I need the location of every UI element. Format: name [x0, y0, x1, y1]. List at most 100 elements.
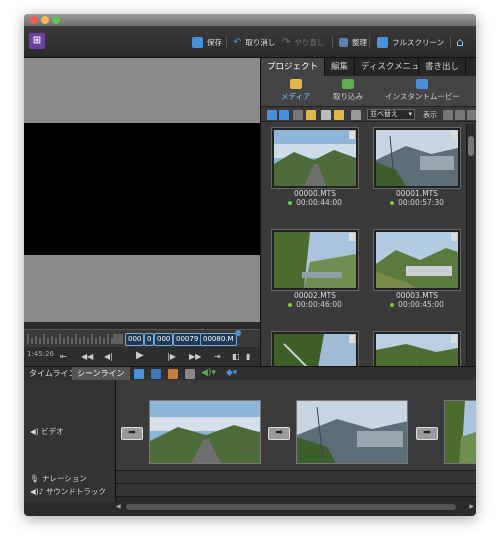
info-icon[interactable] [467, 110, 476, 120]
thumbnail-image [274, 334, 356, 366]
tab-export[interactable]: 書き出し [419, 58, 467, 76]
media-thumbnail[interactable] [271, 229, 359, 291]
close-window-button[interactable] [30, 16, 38, 24]
media-item[interactable] [271, 331, 359, 366]
media-thumbnail[interactable] [373, 229, 461, 291]
rewind-icon[interactable]: ◀◀ [81, 352, 93, 361]
clip-menu-icon[interactable] [349, 233, 355, 241]
mark-out-icon[interactable]: ⇥ [214, 352, 221, 361]
app-window: ⊞ 保存 ↶ 取り消し ↷ やり直し 整理 フルスクリーン ⌂ 000 0 00… [24, 14, 476, 516]
clip-menu-icon[interactable] [349, 335, 355, 343]
tab-sceneline[interactable]: シーンライン [72, 367, 130, 381]
zoom-window-button[interactable] [52, 16, 60, 24]
clip-menu-icon[interactable] [349, 131, 355, 139]
video-track-name: ビデオ [41, 427, 64, 436]
soundtrack-lane[interactable] [116, 484, 476, 497]
scrubber-clip[interactable]: 000 [154, 333, 174, 346]
transition-slot[interactable]: ➡ [268, 427, 290, 440]
transition-slot[interactable]: ➡ [121, 427, 143, 440]
media-item[interactable]: 00001.MTS 00:00:57:30 [373, 127, 461, 207]
subtab-instant-movie[interactable]: インスタントムービー [385, 79, 460, 102]
folder-filter-icon[interactable] [306, 110, 316, 120]
media-scrollbar-thumb[interactable] [468, 136, 474, 156]
scroll-left-icon[interactable]: ◀ [116, 503, 121, 510]
main-toolbar: ⊞ 保存 ↶ 取り消し ↷ やり直し 整理 フルスクリーン ⌂ [24, 26, 476, 58]
media-item[interactable]: 00003.MTS 00:00:45:00 [373, 229, 461, 309]
redo-button[interactable]: ↷ やり直し [282, 35, 324, 49]
timeline-clip[interactable] [444, 400, 476, 464]
timeline-scrollbar[interactable]: ◀ ▶ [116, 502, 476, 512]
marker-icon[interactable]: ◆▾ [226, 368, 237, 378]
clip-menu-icon[interactable] [451, 131, 457, 139]
toolbar-separator [332, 36, 333, 48]
sort-dropdown[interactable]: 並べ替え ▾ [367, 109, 415, 120]
undo-button[interactable]: ↶ 取り消し [233, 35, 275, 49]
new-item-icon[interactable] [321, 110, 331, 120]
timeline-scrubber[interactable]: 000 0 000 00079 00080.M [24, 329, 260, 347]
timeline-clip[interactable] [149, 400, 261, 464]
view-mode-icon[interactable] [443, 110, 453, 120]
organize-button[interactable]: 整理 [339, 35, 367, 49]
home-button[interactable]: ⌂ [456, 35, 464, 49]
media-duration: 00:00:46:00 [271, 300, 359, 309]
delete-icon[interactable] [351, 110, 361, 120]
fullscreen-button[interactable]: フルスクリーン [377, 35, 444, 49]
media-item[interactable]: 00002.MTS 00:00:46:00 [271, 229, 359, 309]
scrubber-clip[interactable]: 00080.M [200, 333, 237, 346]
timeline-scrollbar-thumb[interactable] [126, 504, 456, 510]
minimize-window-button[interactable] [41, 16, 49, 24]
titles-icon[interactable] [185, 369, 195, 379]
narration-lane[interactable] [116, 471, 476, 484]
status-dot [288, 201, 293, 205]
scrubber-clip[interactable]: 0 [144, 333, 155, 346]
mark-in-icon[interactable]: ⇤ [60, 352, 67, 361]
media-thumbnail[interactable] [373, 127, 461, 189]
fast-forward-icon[interactable]: ▶▶ [189, 352, 201, 361]
media-thumbnail[interactable] [271, 127, 359, 189]
play-icon[interactable]: ▶ [136, 350, 144, 361]
timeline-clip[interactable] [296, 400, 408, 464]
media-toolbar: 並べ替え ▾ 表示 [261, 106, 476, 122]
media-item[interactable]: 00000.MTS 00:00:44:00 [271, 127, 359, 207]
subtab-media[interactable]: メディア [281, 79, 310, 102]
new-folder-icon[interactable] [334, 110, 344, 120]
image-filter-icon[interactable] [293, 110, 303, 120]
transition-slot[interactable]: ➡ [416, 427, 438, 440]
toolbar-separator [226, 36, 227, 48]
tab-disc-menu[interactable]: ディスクメニュー [355, 58, 420, 76]
step-forward-icon[interactable]: |▶ [167, 352, 176, 361]
smart-fix-icon[interactable] [151, 369, 161, 379]
media-thumbnail[interactable] [271, 331, 359, 366]
scroll-right-icon[interactable]: ▶ [469, 503, 474, 510]
tab-project[interactable]: プロジェクト [261, 58, 326, 76]
toolbar-separator [369, 36, 370, 48]
media-scrollbar[interactable] [466, 124, 475, 366]
playhead-marker[interactable] [235, 330, 241, 336]
volume-icon[interactable]: ▮ [246, 352, 250, 361]
save-button[interactable]: 保存 [192, 35, 222, 49]
subtab-import[interactable]: 取り込み [333, 79, 363, 102]
subtab-media-label: メディア [281, 92, 311, 101]
clip-menu-icon[interactable] [451, 335, 457, 343]
clip-menu-icon[interactable] [451, 233, 457, 241]
loop-icon[interactable]: ◧ [232, 352, 240, 361]
media-thumbnail[interactable] [373, 331, 461, 366]
fullscreen-icon [377, 36, 388, 48]
effects-icon[interactable] [168, 369, 178, 379]
media-duration-value: 00:00:45:00 [398, 300, 444, 309]
grid-view-icon[interactable] [279, 110, 289, 120]
toolbar-separator [450, 36, 451, 48]
fullscreen-label: フルスクリーン [392, 37, 445, 47]
list-view-icon[interactable] [267, 110, 277, 120]
audio-volume-icon[interactable]: ◀)▾ [201, 368, 216, 378]
step-back-icon[interactable]: ◀| [104, 352, 113, 361]
video-lane: ➡ ➡ ➡ [116, 380, 476, 471]
media-item[interactable] [373, 331, 461, 366]
scrubber-clip[interactable]: 00079 [173, 333, 202, 346]
media-duration-value: 00:00:44:00 [296, 198, 342, 207]
audio-filter-icon[interactable] [455, 110, 465, 120]
grid-tool-icon[interactable] [134, 369, 144, 379]
preview-monitor: 000 0 000 00079 00080.M 1:45:26 ⇤ ◀◀ ◀| … [24, 58, 260, 366]
tab-edit[interactable]: 編集 [325, 58, 356, 76]
scrubber-clip[interactable]: 000 [125, 333, 145, 346]
